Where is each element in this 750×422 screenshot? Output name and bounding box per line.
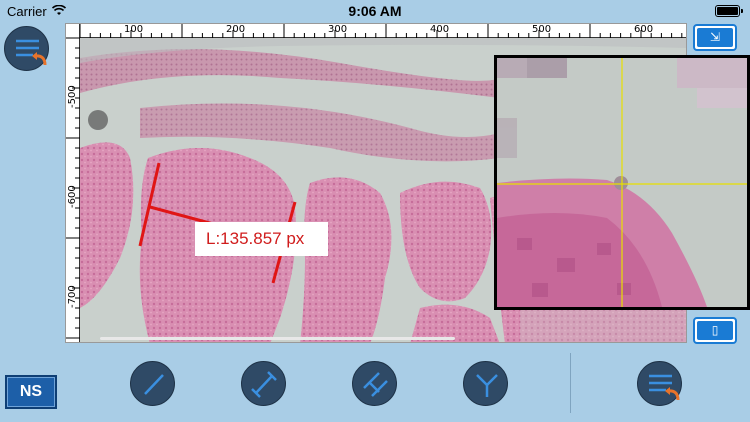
portrait-toggle-button[interactable]: ▯ [693,317,737,344]
line-tool-icon [144,374,164,395]
battery-icon [715,5,743,17]
ruler-top: 100 200 300 400 500 600 [66,24,686,38]
menu-undo-icon [649,374,680,401]
clock: 9:06 AM [348,3,402,19]
fullscreen-toggle-button[interactable]: ⇲ [693,24,737,51]
ruler-left-label: -500 [67,85,78,108]
caliper-tool-button[interactable] [241,361,286,406]
ruler-left-label: -700 [67,285,78,308]
ruler-top-label: 500 [532,24,552,35]
toolbar-divider [570,353,571,413]
angle-tool-button[interactable] [463,361,508,406]
ruler-top-label: 200 [226,24,246,35]
ruler-top-label: 100 [124,24,144,35]
ruler-top-label: 600 [634,24,654,35]
status-bar: Carrier 9:06 AM [0,0,750,22]
ns-button[interactable]: NS [5,375,57,409]
horizontal-scrollbar[interactable] [100,337,455,340]
rectangle-icon: ▯ [697,321,733,340]
line-tool-button[interactable] [130,361,175,406]
ruler-top-label: 300 [328,24,348,35]
parallel-lines-tool-button[interactable] [352,361,397,406]
parallel-lines-tool-icon [363,372,388,397]
menu-undo-button[interactable] [4,26,49,71]
resize-icon: ⇲ [697,28,733,47]
magnifier-view [494,55,750,310]
menu-undo-icon [16,39,47,66]
ruler-left-label: -600 [67,185,78,208]
caliper-tool-icon [251,371,277,398]
angle-tool-icon [476,374,498,397]
ruler-left: -500 -600 -700 [66,24,80,342]
ruler-top-label: 400 [430,24,450,35]
measurement-label: L:135.857 px [195,222,328,256]
bottom-menu-undo-button[interactable] [637,361,682,406]
